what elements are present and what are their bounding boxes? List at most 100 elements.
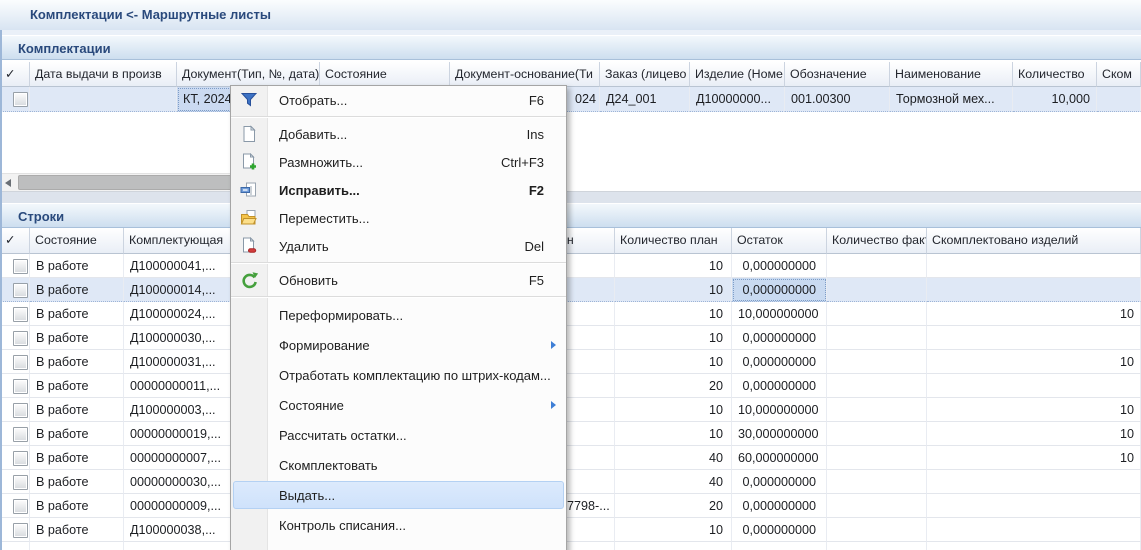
cell[interactable]: 10,000000000 [732,302,827,326]
row-checkbox[interactable] [13,499,28,514]
cell[interactable]: Д100000030,... [124,326,231,350]
row-checkbox[interactable] [13,355,28,370]
cell[interactable]: 10,000 [1013,87,1097,112]
cell[interactable]: 10 [927,398,1141,422]
cell[interactable]: Д100000041,... [124,254,231,278]
column-header[interactable]: Скомплектовано изделий [927,228,1141,254]
cell[interactable]: В работе [30,518,124,542]
cell[interactable] [0,398,30,422]
cell[interactable] [0,254,30,278]
cell[interactable] [827,302,927,326]
cell[interactable]: 0,000000000 [732,470,827,494]
cell[interactable] [927,470,1141,494]
cell[interactable] [30,542,124,550]
cell[interactable]: 20 [615,494,732,518]
cell[interactable]: Д100000038,... [124,518,231,542]
column-header[interactable]: ✓ [0,228,30,254]
cell[interactable] [0,542,30,550]
cell[interactable]: 0,000000000 [732,254,827,278]
table-row[interactable]: В работе Д100000038,... 10 0,000000000 [0,518,1141,542]
cell[interactable]: 0,000000000 [732,494,827,518]
cell[interactable]: В работе [30,302,124,326]
column-header[interactable]: Состояние [30,228,124,254]
cell[interactable] [827,278,927,302]
row-checkbox[interactable] [13,379,28,394]
cell[interactable]: В работе [30,422,124,446]
table-row[interactable]: В работе Д100000031,... 10 0,000000000 1… [0,350,1141,374]
cell[interactable]: Д100000014,... [124,278,231,302]
table-row[interactable]: В работе Д100000003,... 10 10,000000000 … [0,398,1141,422]
cell[interactable]: 30,000000000 [732,422,827,446]
cell[interactable]: 0,000000000 [732,350,827,374]
cell[interactable]: Тормозной мех... [890,87,1013,112]
cell[interactable] [927,374,1141,398]
column-header[interactable]: Заказ (лицево [600,62,690,87]
cell[interactable] [927,542,1141,550]
cell[interactable]: В работе [30,446,124,470]
table-row[interactable]: В работе 00000000019,... 10 30,000000000… [0,422,1141,446]
table-row[interactable]: В работе Д100000024,... 10 10,000000000 … [0,302,1141,326]
menu-item[interactable]: Отобрать... F6 [231,86,566,114]
column-header[interactable]: Количество план [615,228,732,254]
scroll-left-button[interactable] [0,174,17,192]
cell[interactable] [927,326,1141,350]
column-header[interactable]: Комплектующая [124,228,231,254]
table-row[interactable]: В работе 00000000009,... 7798-... 20 0,0… [0,494,1141,518]
cell[interactable]: 00000000009,... [124,494,231,518]
cell[interactable] [0,518,30,542]
cell[interactable]: Д10000000... [690,87,785,112]
column-header[interactable]: Состояние [320,62,450,87]
menu-item[interactable]: Удалить Del [231,232,566,260]
cell[interactable] [827,326,927,350]
row-checkbox[interactable] [13,307,28,322]
cell[interactable]: 10 [927,350,1141,374]
cell[interactable]: 00000000007,... [124,446,231,470]
cell[interactable] [827,494,927,518]
cell[interactable]: 40 [615,446,732,470]
cell[interactable] [0,326,30,350]
cell[interactable] [0,494,30,518]
menu-item[interactable]: Контроль списания... [231,510,566,540]
cell[interactable]: Д24_001 [600,87,690,112]
cell[interactable] [0,470,30,494]
cell[interactable] [927,278,1141,302]
column-header[interactable]: Количество [1013,62,1097,87]
cell[interactable] [927,494,1141,518]
column-header[interactable]: Дата выдачи в произв [30,62,177,87]
cell[interactable]: Д100000003,... [124,398,231,422]
cell[interactable] [827,446,927,470]
cell[interactable]: Д100000031,... [124,350,231,374]
cell[interactable]: 10 [615,326,732,350]
cell[interactable] [0,446,30,470]
row-checkbox[interactable] [13,427,28,442]
cell[interactable]: 10 [615,398,732,422]
cell[interactable] [827,470,927,494]
menu-item[interactable]: Выдать... [231,480,566,510]
table-row[interactable]: В работе 00000000030,... 40 0,000000000 [0,470,1141,494]
column-header[interactable]: Документ-основание(Ти [450,62,600,87]
menu-item[interactable]: Добавить... Ins [231,120,566,148]
cell[interactable]: 00000000019,... [124,422,231,446]
cell[interactable]: 10 [615,350,732,374]
row-checkbox[interactable] [13,283,28,298]
cell[interactable]: 10 [615,254,732,278]
cell[interactable] [827,398,927,422]
cell[interactable] [927,254,1141,278]
cell[interactable]: В работе [30,326,124,350]
cell[interactable] [30,87,177,112]
row-checkbox[interactable] [13,403,28,418]
cell[interactable] [827,422,927,446]
cell[interactable] [0,302,30,326]
cell[interactable]: 00000000011,... [124,374,231,398]
menu-item[interactable]: Переформировать... [231,300,566,330]
cell[interactable]: 0,000000000 [732,278,827,302]
cell[interactable] [0,374,30,398]
menu-item[interactable]: Размножить... Ctrl+F3 [231,148,566,176]
row-checkbox[interactable] [13,523,28,538]
menu-item[interactable]: Формирование [231,330,566,360]
column-header[interactable]: Количество факт [827,228,927,254]
row-checkbox[interactable] [13,475,28,490]
column-header[interactable]: Ском [1097,62,1141,87]
cell[interactable]: 10 [615,302,732,326]
cell[interactable]: 0,000000000 [732,374,827,398]
